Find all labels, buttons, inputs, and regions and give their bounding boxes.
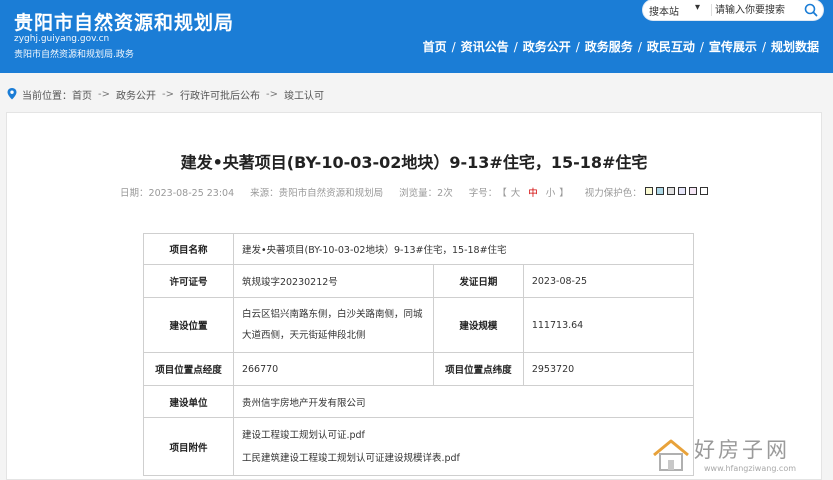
permit-info-table: 项目名称 建发•央著项目(BY-10-03-02地块）9-13#住宅，15-18… bbox=[143, 233, 695, 476]
site-title[interactable]: 贵阳市自然资源和规划局 bbox=[14, 8, 234, 35]
eye-care-swatch[interactable] bbox=[677, 186, 686, 195]
site-subtitle: 贵阳市自然资源和规划局.政务 bbox=[14, 50, 134, 60]
table-key: 项目位置点纬度 bbox=[432, 352, 524, 386]
eye-care-swatch[interactable] bbox=[699, 186, 708, 195]
chevron-down-icon[interactable]: ▾ bbox=[695, 2, 700, 13]
watermark-url: www.hfangziwang.com bbox=[704, 464, 797, 473]
font-size-bracket-close: 】 bbox=[559, 188, 569, 199]
search-input[interactable] bbox=[713, 2, 799, 18]
article-meta: 日期：2023-08-25 23:04 来源：贵阳市自然资源和规划局 浏览量：2… bbox=[7, 185, 821, 199]
eye-care-swatch[interactable] bbox=[666, 186, 675, 195]
table-key: 建设单位 bbox=[143, 385, 234, 418]
search-icon[interactable] bbox=[803, 2, 819, 18]
table-key: 发证日期 bbox=[432, 264, 524, 298]
nav-news[interactable]: 资讯公告 bbox=[461, 38, 509, 55]
location-line: 白云区铝兴南路东侧，白沙关路南侧，同城 bbox=[241, 309, 423, 320]
latitude-value: 2953720 bbox=[522, 352, 695, 386]
permit-no-value: 筑规竣字20230212号 bbox=[232, 264, 434, 298]
breadcrumb-gov-affairs[interactable]: 政务公开 bbox=[116, 87, 156, 102]
table-row: 项目位置点经度 266770 项目位置点纬度 2953720 bbox=[143, 352, 695, 386]
table-key: 建设位置 bbox=[143, 297, 234, 353]
nav-separator: / bbox=[513, 39, 518, 54]
search-divider bbox=[711, 4, 712, 16]
breadcrumb: 当前位置： 首页 -> 政务公开 -> 行政许可批后公布 -> 竣工认可 bbox=[6, 85, 324, 103]
nav-separator: / bbox=[637, 39, 642, 54]
table-row: 项目名称 建发•央著项目(BY-10-03-02地块）9-13#住宅，15-18… bbox=[143, 233, 695, 265]
article-views: 浏览量：2次 bbox=[399, 188, 453, 199]
article-card: 建发•央著项目(BY-10-03-02地块）9-13#住宅，15-18#住宅 日… bbox=[6, 112, 822, 480]
nav-separator: / bbox=[761, 39, 766, 54]
attachment-link[interactable]: 工民建筑建设工程竣工规划认可证建设规模详表.pdf bbox=[242, 447, 685, 470]
nav-separator: / bbox=[699, 39, 704, 54]
font-size-medium[interactable]: 中 bbox=[528, 185, 538, 199]
nav-planning-data[interactable]: 规划数据 bbox=[771, 38, 819, 55]
table-row: 建设位置 白云区铝兴南路东侧，白沙关路南侧，同城 大道西侧，天元街延伸段北侧 建… bbox=[143, 297, 695, 353]
nav-gov-affairs[interactable]: 政务公开 bbox=[523, 38, 571, 55]
font-size-bracket-open: 【 bbox=[497, 188, 507, 199]
nav-gov-services[interactable]: 政务服务 bbox=[585, 38, 633, 55]
breadcrumb-prefix: 当前位置： bbox=[22, 90, 72, 102]
longitude-value: 266770 bbox=[232, 352, 434, 386]
nav-publicity[interactable]: 宣传展示 bbox=[709, 38, 757, 55]
house-logo-icon bbox=[653, 439, 689, 471]
table-key: 项目名称 bbox=[143, 233, 234, 265]
attachments-cell: 建设工程竣工规划认可证.pdf 工民建筑建设工程竣工规划认可证建设规模详表.pd… bbox=[232, 417, 695, 476]
site-domain: zyghj.guiyang.gov.cn bbox=[14, 34, 110, 44]
location-value: 白云区铝兴南路东侧，白沙关路南侧，同城 大道西侧，天元街延伸段北侧 bbox=[232, 297, 434, 353]
table-row: 许可证号 筑规竣字20230212号 发证日期 2023-08-25 bbox=[143, 264, 695, 298]
article-date: 日期：2023-08-25 23:04 bbox=[120, 188, 235, 199]
breadcrumb-separator: -> bbox=[266, 88, 278, 100]
nav-separator: / bbox=[451, 39, 456, 54]
nav-home[interactable]: 首页 bbox=[423, 38, 447, 55]
attachment-link[interactable]: 建设工程竣工规划认可证.pdf bbox=[242, 424, 685, 447]
construction-unit-value: 贵州信宇房地产开发有限公司 bbox=[232, 385, 695, 418]
breadcrumb-home[interactable]: 首页 bbox=[72, 87, 92, 102]
issue-date-value: 2023-08-25 bbox=[522, 264, 695, 298]
search-scope-select[interactable]: 搜本站 bbox=[649, 3, 679, 18]
search-bar: 搜本站 ▾ bbox=[643, 0, 823, 20]
site-header: 贵阳市自然资源和规划局 zyghj.guiyang.gov.cn 贵阳市自然资源… bbox=[0, 0, 833, 73]
eye-care-swatch[interactable] bbox=[655, 186, 664, 195]
table-row: 项目附件 建设工程竣工规划认可证.pdf 工民建筑建设工程竣工规划认可证建设规模… bbox=[143, 417, 695, 476]
table-key: 项目附件 bbox=[143, 417, 234, 476]
eye-care-swatch[interactable] bbox=[688, 186, 697, 195]
eye-care-label: 视力保护色： bbox=[584, 188, 642, 199]
breadcrumb-permits[interactable]: 行政许可批后公布 bbox=[180, 87, 260, 102]
nav-separator: / bbox=[575, 39, 580, 54]
location-pin-icon bbox=[7, 88, 17, 100]
scale-value: 111713.64 bbox=[522, 297, 695, 353]
table-row: 建设单位 贵州信宇房地产开发有限公司 bbox=[143, 385, 695, 418]
font-size-large[interactable]: 大 bbox=[511, 185, 521, 199]
eye-care-swatches bbox=[644, 186, 708, 198]
watermark-text: 好房子网 bbox=[694, 438, 790, 462]
table-key: 许可证号 bbox=[143, 264, 234, 298]
font-size-label: 字号： bbox=[468, 188, 498, 199]
eye-care-swatch[interactable] bbox=[644, 186, 653, 195]
breadcrumb-separator: -> bbox=[162, 88, 174, 100]
table-key: 建设规模 bbox=[432, 297, 524, 353]
article-source: 来源：贵阳市自然资源和规划局 bbox=[250, 188, 384, 199]
font-size-small[interactable]: 小 bbox=[546, 185, 556, 199]
watermark: 好房子网 www.hfangziwang.com bbox=[650, 435, 820, 475]
nav-interaction[interactable]: 政民互动 bbox=[647, 38, 695, 55]
breadcrumb-completion[interactable]: 竣工认可 bbox=[284, 87, 324, 102]
project-name-value: 建发•央著项目(BY-10-03-02地块）9-13#住宅，15-18#住宅 bbox=[232, 233, 695, 265]
breadcrumb-separator: -> bbox=[98, 88, 110, 100]
article-title: 建发•央著项目(BY-10-03-02地块）9-13#住宅，15-18#住宅 bbox=[180, 153, 648, 172]
main-nav: 首页 / 资讯公告 / 政务公开 / 政务服务 / 政民互动 / 宣传展示 / … bbox=[423, 38, 819, 55]
location-line: 大道西侧，天元街延伸段北侧 bbox=[241, 330, 366, 341]
table-key: 项目位置点经度 bbox=[143, 352, 234, 386]
